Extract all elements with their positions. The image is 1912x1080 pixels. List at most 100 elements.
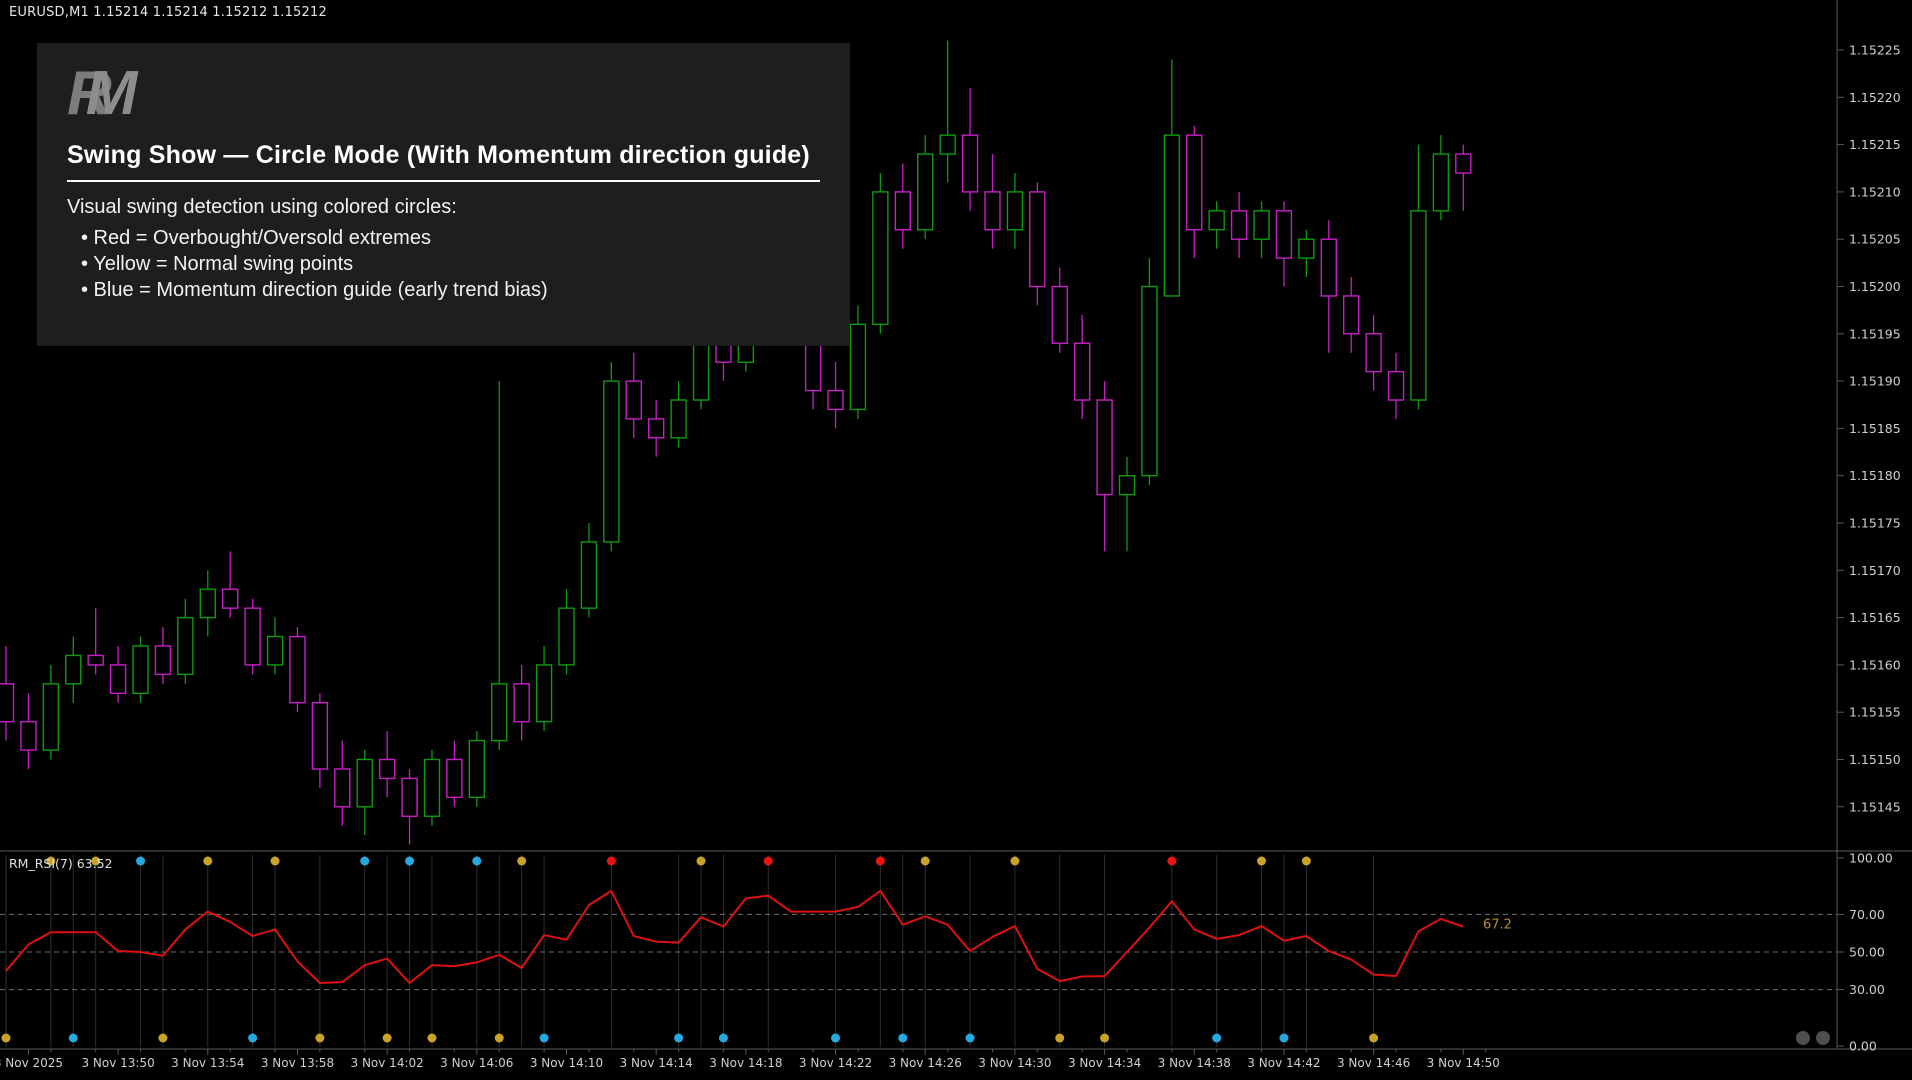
- rsi-axis-label: 70.00: [1849, 907, 1885, 922]
- candle-bull: [1410, 210, 1427, 401]
- price-axis-label: 1.15220: [1849, 90, 1901, 105]
- swing-dot-top-red: [606, 856, 616, 866]
- candle-bull: [266, 635, 284, 666]
- candle-bull: [356, 758, 373, 808]
- candle-bull: [1163, 134, 1181, 297]
- candle-bear: [1051, 285, 1068, 344]
- time-axis-label: 3 Nov 14:14: [620, 1056, 693, 1070]
- candle-bull: [939, 134, 956, 155]
- info-title: Swing Show — Circle Mode (With Momentum …: [67, 141, 810, 169]
- time-axis-label: 3 Nov 14:50: [1427, 1056, 1500, 1070]
- swing-dot-top-yellow: [517, 856, 527, 866]
- price-axis-label: 1.15185: [1849, 421, 1901, 436]
- price-axis-label: 1.15195: [1849, 326, 1901, 341]
- candle-bear: [334, 768, 351, 808]
- candle-bull: [603, 380, 620, 543]
- title-underline: [67, 180, 820, 182]
- price-axis-label: 1.15225: [1849, 43, 1901, 58]
- candle-bear: [513, 683, 530, 723]
- candle-bear: [1275, 210, 1293, 259]
- swing-dot-bottom-blue: [674, 1033, 684, 1043]
- swing-dot-top-blue: [405, 856, 415, 866]
- candle-bear: [1073, 342, 1091, 401]
- swing-dot-bottom-yellow: [158, 1033, 168, 1043]
- candle-bear: [1387, 370, 1405, 401]
- candle-bull: [1253, 210, 1270, 240]
- candle-bull: [849, 323, 867, 411]
- swing-dot-bottom-blue: [1279, 1033, 1289, 1043]
- swing-dot-bottom-blue: [1212, 1033, 1222, 1043]
- swing-dot-top-blue: [472, 856, 482, 866]
- swing-dot-bottom-yellow: [1369, 1033, 1379, 1043]
- swing-dot-top-blue: [136, 856, 146, 866]
- swing-dot-bottom-blue: [539, 1033, 549, 1043]
- terminal-window: 1.15225 1.15220 1.15215 1.15210 1.15205 1.152…: [0, 0, 1912, 1080]
- candle-bull: [1208, 210, 1225, 231]
- candle-bear: [20, 720, 37, 751]
- rm-logo: RM: [67, 59, 137, 128]
- time-axis-label: 3 Nov 13:58: [261, 1056, 334, 1070]
- price-axis-label: 1.15175: [1849, 516, 1901, 531]
- candle-bear: [961, 134, 979, 193]
- time-axis-label: 3 Nov 14:06: [440, 1056, 513, 1070]
- candle-bull: [535, 664, 553, 723]
- time-axis-label: 3 Nov 13:50: [81, 1056, 154, 1070]
- time-axis-label: 3 Nov 2025: [0, 1056, 63, 1070]
- candle-bull: [42, 683, 60, 751]
- swing-dot-top-blue: [360, 856, 370, 866]
- candle-bull: [917, 153, 934, 231]
- candle-bear: [289, 635, 306, 704]
- time-axis-label: 3 Nov 14:26: [889, 1056, 962, 1070]
- candle-bull: [177, 616, 194, 676]
- candle-bear: [647, 418, 665, 439]
- candle-bull: [1006, 191, 1024, 231]
- swing-dot-bottom-yellow: [315, 1033, 325, 1043]
- candle-bull: [872, 191, 889, 326]
- time-axis-label: 3 Nov 14:34: [1068, 1056, 1141, 1070]
- swing-dot-top-red: [763, 856, 773, 866]
- price-axis-label: 1.15200: [1849, 279, 1901, 294]
- time-axis-label: 3 Nov 14:42: [1247, 1056, 1320, 1070]
- time-axis-label: 3 Nov 14:02: [351, 1056, 424, 1070]
- swing-dot-bottom-yellow: [1, 1033, 11, 1043]
- candle-bear: [1186, 134, 1203, 231]
- swing-dot-bottom-blue: [965, 1033, 975, 1043]
- candle-bull: [199, 588, 216, 619]
- info-intro: Visual swing detection using colored cir…: [67, 196, 457, 218]
- swing-dot-top-yellow: [270, 856, 280, 866]
- time-axis-label: 3 Nov 14:22: [799, 1056, 872, 1070]
- legend-yellow-bullet: • Yellow = Normal swing points: [81, 253, 354, 275]
- indicator-info-panel: RM Swing Show — Circle Mode (With Moment…: [37, 43, 850, 346]
- swing-dot-top-yellow: [696, 856, 706, 866]
- swing-dot-top-yellow: [920, 856, 930, 866]
- swing-dot-top-red: [875, 856, 885, 866]
- swing-dot-bottom-blue: [248, 1033, 258, 1043]
- swing-dot-top-yellow: [203, 856, 213, 866]
- swing-dot-bottom-blue: [718, 1033, 728, 1043]
- candle-bear: [827, 389, 844, 411]
- candle-bull: [491, 683, 508, 742]
- candle-bear: [1365, 333, 1382, 373]
- price-axis-label: 1.15210: [1849, 184, 1901, 199]
- symbol-ohlc-ticker: EURUSD,M1 1.15214 1.15214 1.15212 1.1521…: [9, 5, 327, 20]
- time-axis-label: 3 Nov 14:46: [1337, 1056, 1410, 1070]
- price-axis-label: 1.15155: [1849, 705, 1901, 720]
- price-axis-label: 1.15205: [1849, 232, 1901, 247]
- time-axis-label: 3 Nov 14:18: [709, 1056, 782, 1070]
- swing-dot-bottom-blue: [898, 1033, 908, 1043]
- price-axis-label: 1.15215: [1849, 137, 1901, 152]
- rsi-axis-label: 100.00: [1849, 851, 1893, 866]
- price-axis-label: 1.15190: [1849, 374, 1901, 389]
- candle-bull: [580, 541, 598, 609]
- candle-bear: [109, 664, 127, 694]
- time-axis-label: 3 Nov 14:38: [1158, 1056, 1231, 1070]
- rsi-indicator-label: RM_RSI(7) 63.52: [9, 856, 113, 871]
- price-axis-label: 1.15180: [1849, 468, 1901, 483]
- candle-bear: [87, 654, 104, 666]
- swing-dot-bottom-blue: [831, 1033, 841, 1043]
- time-axis-label: 3 Nov 14:30: [978, 1056, 1051, 1070]
- rsi-axis-label: 30.00: [1849, 982, 1885, 997]
- candle-bull: [670, 399, 687, 439]
- price-axis-label: 1.15160: [1849, 657, 1901, 672]
- price-axis-label: 1.15145: [1849, 799, 1901, 814]
